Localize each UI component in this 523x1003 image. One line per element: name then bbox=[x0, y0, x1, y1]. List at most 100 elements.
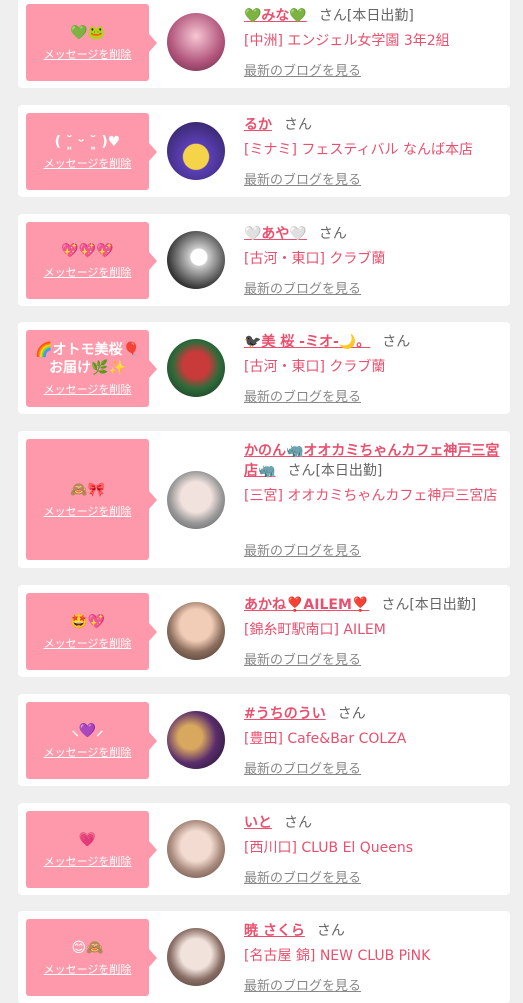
name-line: いと さん bbox=[244, 813, 504, 833]
message-card: 🤩💖 メッセージを削除 あかね❣️AILEM❣️ さん[本日出勤] [錦糸町駅南口] A… bbox=[18, 585, 510, 677]
message-text: 💖💖💖 bbox=[61, 242, 114, 259]
delete-message-link[interactable]: メッセージを削除 bbox=[26, 381, 149, 397]
avatar[interactable] bbox=[167, 122, 225, 180]
message-text: 🌈オトモ美桜🎈 お届け🌿✨ bbox=[35, 341, 140, 376]
honorific: さん bbox=[337, 706, 366, 722]
delete-message-link[interactable]: メッセージを削除 bbox=[26, 155, 149, 171]
honorific: さん bbox=[318, 8, 347, 24]
latest-blog-link[interactable]: 最新のブログを見る bbox=[244, 867, 361, 886]
on-duty-badge: [本日出勤] bbox=[315, 463, 383, 479]
message-text: 🙈🎀 bbox=[70, 481, 105, 498]
name-line: 🐦‍⬛美 桜 -ミオ-🌙。 さん bbox=[244, 332, 504, 352]
shop-line: [三宮] オオカミちゃんカフェ神戸三宮店 bbox=[244, 486, 504, 506]
shop-line: [豊田] Cafe&Bar COLZA bbox=[244, 729, 504, 749]
profile-info: 🤍あや🤍 さん [古河・東口] クラブ蘭 bbox=[244, 224, 504, 269]
message-bubble: 💗 メッセージを削除 bbox=[26, 811, 157, 888]
message-card: 💖💖💖 メッセージを削除 🤍あや🤍 さん [古河・東口] クラブ蘭 最新のブログを見る bbox=[18, 214, 510, 306]
shop-name: NEW CLUB PiNK bbox=[319, 948, 431, 964]
profile-name-link[interactable]: 🐦‍⬛美 桜 -ミオ-🌙。 bbox=[244, 334, 370, 350]
latest-blog-link[interactable]: 最新のブログを見る bbox=[244, 278, 361, 297]
shop-area: [西川口] bbox=[244, 840, 297, 856]
delete-message-link[interactable]: メッセージを削除 bbox=[26, 853, 149, 869]
name-line: かのん🦏オオカミちゃんカフェ神戸三宮店🦏 さん[本日出勤] bbox=[244, 441, 504, 481]
delete-message-link[interactable]: メッセージを削除 bbox=[26, 744, 149, 760]
shop-area: [古河・東口] bbox=[244, 251, 325, 267]
delete-message-link[interactable]: メッセージを削除 bbox=[26, 46, 149, 62]
avatar[interactable] bbox=[167, 471, 225, 529]
shop-area: [三宮] bbox=[244, 488, 283, 504]
latest-blog-link[interactable]: 最新のブログを見る bbox=[244, 975, 361, 994]
shop-area: [中洲] bbox=[244, 33, 283, 49]
shop-area: [名古屋 錦] bbox=[244, 948, 316, 964]
profile-name-link[interactable]: 🤍あや🤍 bbox=[244, 226, 307, 242]
message-text: ⸜💜⸝ bbox=[71, 722, 104, 739]
profile-info: 暁 さくら さん [名古屋 錦] NEW CLUB PiNK bbox=[244, 921, 504, 966]
avatar[interactable] bbox=[167, 13, 225, 71]
avatar[interactable] bbox=[167, 231, 225, 289]
message-card: 😊🙈 メッセージを削除 暁 さくら さん [名古屋 錦] NEW CLUB PiNK 最新… bbox=[18, 911, 510, 1003]
profile-name-link[interactable]: #うちのうい bbox=[244, 706, 326, 722]
name-line: あかね❣️AILEM❣️ さん[本日出勤] bbox=[244, 595, 504, 615]
profile-name-link[interactable]: るか bbox=[244, 117, 272, 133]
shop-area: [豊田] bbox=[244, 731, 283, 747]
profile-info: 💚みな💚 さん[本日出勤] [中洲] エンジェル女学園 3年2組 bbox=[244, 6, 504, 51]
latest-blog-link[interactable]: 最新のブログを見る bbox=[244, 758, 361, 777]
latest-blog-link[interactable]: 最新のブログを見る bbox=[244, 540, 361, 559]
message-text: 💚🐸 bbox=[70, 24, 105, 41]
message-bubble: 💚🐸 メッセージを削除 bbox=[26, 4, 157, 81]
profile-info: るか さん [ミナミ] フェスティバル なんば本店 bbox=[244, 115, 504, 160]
profile-info: いと さん [西川口] CLUB El Queens bbox=[244, 813, 504, 858]
shop-name: クラブ蘭 bbox=[329, 251, 386, 267]
shop-name: エンジェル女学園 3年2組 bbox=[287, 33, 450, 49]
message-card: 💚🐸 メッセージを削除 💚みな💚 さん[本日出勤] [中洲] エンジェル女学園 3年2組… bbox=[18, 0, 510, 88]
message-text: 🤩💖 bbox=[70, 613, 105, 630]
profile-name-link[interactable]: あかね❣️AILEM❣️ bbox=[244, 597, 369, 613]
profile-info: #うちのうい さん [豊田] Cafe&Bar COLZA bbox=[244, 704, 504, 749]
delete-message-link[interactable]: メッセージを削除 bbox=[26, 264, 149, 280]
name-line: 暁 さくら さん bbox=[244, 921, 504, 941]
latest-blog-link[interactable]: 最新のブログを見る bbox=[244, 169, 361, 188]
message-text: ( ˘͈ ᵕ ˘͈ )♥ bbox=[54, 133, 121, 150]
message-card: 💗 メッセージを削除 いと さん [西川口] CLUB El Queens 最新のブログを… bbox=[18, 803, 510, 895]
shop-name: クラブ蘭 bbox=[329, 359, 386, 375]
message-bubble: 😊🙈 メッセージを削除 bbox=[26, 919, 157, 996]
message-card: 🌈オトモ美桜🎈 お届け🌿✨ メッセージを削除 🐦‍⬛美 桜 -ミオ-🌙。 さん [古河・… bbox=[18, 322, 510, 414]
message-bubble: 🌈オトモ美桜🎈 お届け🌿✨ メッセージを削除 bbox=[26, 330, 157, 407]
shop-area: [古河・東口] bbox=[244, 359, 325, 375]
shop-line: [古河・東口] クラブ蘭 bbox=[244, 249, 504, 269]
shop-name: Cafe&Bar COLZA bbox=[287, 731, 407, 747]
shop-name: AILEM bbox=[343, 622, 386, 638]
message-card: ⸜💜⸝ メッセージを削除 #うちのうい さん [豊田] Cafe&Bar COLZA 最新… bbox=[18, 694, 510, 786]
profile-name-link[interactable]: 暁 さくら bbox=[244, 923, 305, 939]
honorific: さん bbox=[318, 226, 347, 242]
avatar[interactable] bbox=[167, 602, 225, 660]
avatar[interactable] bbox=[167, 928, 225, 986]
name-line: 🤍あや🤍 さん bbox=[244, 224, 504, 244]
message-bubble: 🤩💖 メッセージを削除 bbox=[26, 593, 157, 670]
message-bubble: 💖💖💖 メッセージを削除 bbox=[26, 222, 157, 299]
message-card: 🙈🎀 メッセージを削除 かのん🦏オオカミちゃんカフェ神戸三宮店🦏 さん[本日出勤] [三… bbox=[18, 431, 510, 568]
profile-info: かのん🦏オオカミちゃんカフェ神戸三宮店🦏 さん[本日出勤] [三宮] オオカミちゃん… bbox=[244, 441, 504, 506]
honorific: さん bbox=[284, 117, 312, 133]
latest-blog-link[interactable]: 最新のブログを見る bbox=[244, 60, 361, 79]
profile-name-link[interactable]: いと bbox=[244, 815, 272, 831]
latest-blog-link[interactable]: 最新のブログを見る bbox=[244, 386, 361, 405]
avatar[interactable] bbox=[167, 820, 225, 878]
latest-blog-link[interactable]: 最新のブログを見る bbox=[244, 649, 361, 668]
delete-message-link[interactable]: メッセージを削除 bbox=[26, 635, 149, 651]
profile-info: 🐦‍⬛美 桜 -ミオ-🌙。 さん [古河・東口] クラブ蘭 bbox=[244, 332, 504, 377]
shop-area: [ミナミ] bbox=[244, 142, 297, 158]
shop-line: [名古屋 錦] NEW CLUB PiNK bbox=[244, 946, 504, 966]
avatar[interactable] bbox=[167, 711, 225, 769]
delete-message-link[interactable]: メッセージを削除 bbox=[26, 503, 149, 519]
profile-name-link[interactable]: 💚みな💚 bbox=[244, 8, 307, 24]
honorific: さん bbox=[284, 815, 312, 831]
honorific: さん bbox=[287, 463, 316, 479]
avatar[interactable] bbox=[167, 339, 225, 397]
name-line: 💚みな💚 さん[本日出勤] bbox=[244, 6, 504, 26]
shop-line: [西川口] CLUB El Queens bbox=[244, 838, 504, 858]
name-line: #うちのうい さん bbox=[244, 704, 504, 724]
honorific: さん bbox=[382, 334, 411, 350]
shop-line: [ミナミ] フェスティバル なんば本店 bbox=[244, 140, 504, 160]
delete-message-link[interactable]: メッセージを削除 bbox=[26, 961, 149, 977]
